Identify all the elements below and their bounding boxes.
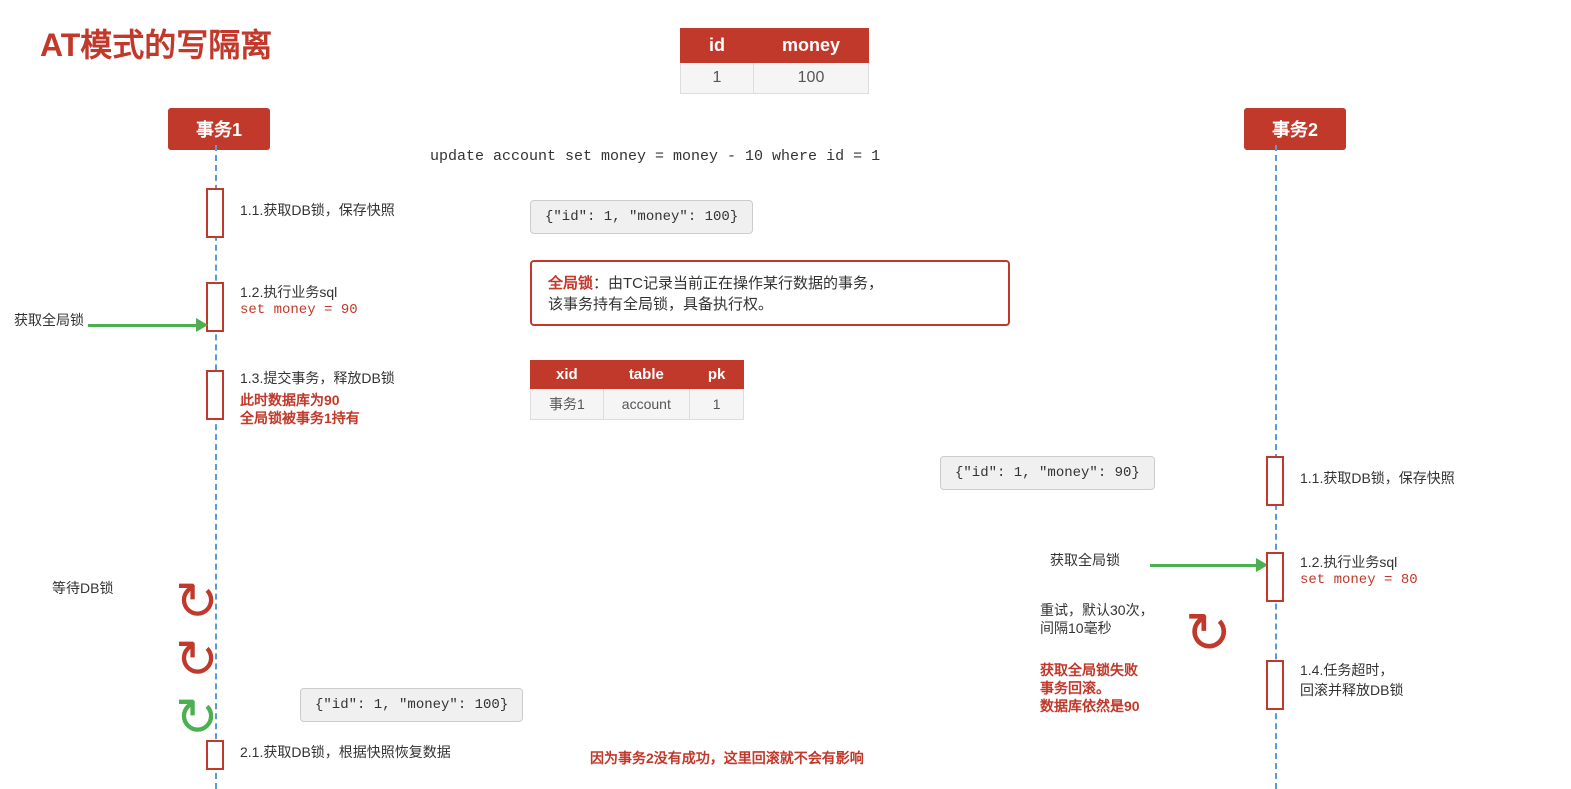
tx2-step1-4-text-line2: 回滚并释放DB锁 <box>1300 680 1403 700</box>
lock-table-row: 事务1 account 1 <box>531 389 744 420</box>
global-lock-desc: ：由TC记录当前正在操作某行数据的事务， 该事务持有全局锁，具备执行权。 <box>548 275 883 313</box>
tx2-step1-2-text-line2: set money = 80 <box>1300 572 1418 588</box>
db-table-header-money: money <box>754 29 869 63</box>
tx2-step1-2-text-line1: 1.2.执行业务sql <box>1300 552 1397 572</box>
retry-spiral-arrow: ↺ <box>1185 600 1232 666</box>
get-global-lock-2-arrow <box>1150 558 1268 572</box>
tx2-step1-4-text-line1: 1.4.任务超时， <box>1300 660 1393 680</box>
page-title: AT模式的写隔离 <box>40 20 272 66</box>
tx1-step1-1-text: 1.1.获取DB锁，保存快照 <box>240 200 395 220</box>
restore-spiral-arrow: ↻ <box>175 688 219 748</box>
db-table: id money 1 100 <box>680 28 869 94</box>
restore-text: 2.1.获取DB锁，根据快照恢复数据 <box>240 742 451 762</box>
wait-spiral-arrow-2: ↺ <box>175 630 219 690</box>
tx2-step1-1-text: 1.1.获取DB锁，保存快照 <box>1300 468 1455 488</box>
tx1-step1-rect <box>206 188 224 238</box>
tx1-box: 事务1 <box>168 108 270 150</box>
tx1-step1-3-text-line3: 全局锁被事务1持有 <box>240 408 360 428</box>
fail-text-2: 事务回滚。 <box>1040 678 1110 698</box>
lock-table-cell-xid: 事务1 <box>531 389 604 420</box>
tx1-step1-2-text-line2: set money = 90 <box>240 302 358 318</box>
global-lock-label: 全局锁 <box>548 275 593 292</box>
global-lock-info-box: 全局锁：由TC记录当前正在操作某行数据的事务， 该事务持有全局锁，具备执行权。 <box>530 260 1010 326</box>
lock-table-header-table: table <box>603 361 689 389</box>
json-box-3: {"id": 1, "money": 100} <box>300 688 523 722</box>
tx2-step2-rect <box>1266 552 1284 602</box>
wait-db-lock-label: 等待DB锁 <box>52 578 113 598</box>
db-table-cell-id: 1 <box>681 63 754 94</box>
retry-text-2: 间隔10毫秒 <box>1040 618 1112 638</box>
tx1-restore-rect <box>206 740 224 770</box>
get-global-lock-2-label: 获取全局锁 <box>1050 550 1120 570</box>
lock-table-cell-pk: 1 <box>689 389 744 420</box>
db-table-row: 1 100 <box>681 63 869 94</box>
tx1-step2-rect <box>206 282 224 332</box>
tx1-step1-3-text-line1: 1.3.提交事务，释放DB锁 <box>240 368 395 388</box>
tx1-step1-3-text-line2: 此时数据库为90 <box>240 390 340 410</box>
tx1-step1-2-text-line1: 1.2.执行业务sql <box>240 282 337 302</box>
tx2-box: 事务2 <box>1244 108 1346 150</box>
json-box-2: {"id": 1, "money": 90} <box>940 456 1155 490</box>
lock-table-header-pk: pk <box>689 361 744 389</box>
get-global-lock-1-label: 获取全局锁 <box>14 310 84 330</box>
wait-spiral-arrow-1: ↺ <box>175 572 219 632</box>
get-global-lock-1-arrow <box>88 318 208 332</box>
fail-text-1: 获取全局锁失败 <box>1040 660 1138 680</box>
tx2-step4-rect <box>1266 660 1284 710</box>
db-table-cell-money: 100 <box>754 63 869 94</box>
json-box-1: {"id": 1, "money": 100} <box>530 200 753 234</box>
fail-text-3: 数据库依然是90 <box>1040 696 1140 716</box>
lock-table: xid table pk 事务1 account 1 <box>530 360 744 420</box>
lock-table-cell-table: account <box>603 389 689 420</box>
lock-table-header-xid: xid <box>531 361 604 389</box>
db-table-header-id: id <box>681 29 754 63</box>
retry-text-1: 重试，默认30次， <box>1040 600 1154 620</box>
tx1-step3-rect <box>206 370 224 420</box>
tx2-step1-rect <box>1266 456 1284 506</box>
sql-statement: update account set money = money - 10 wh… <box>430 148 880 165</box>
no-impact-note: 因为事务2没有成功，这里回滚就不会有影响 <box>590 748 864 768</box>
